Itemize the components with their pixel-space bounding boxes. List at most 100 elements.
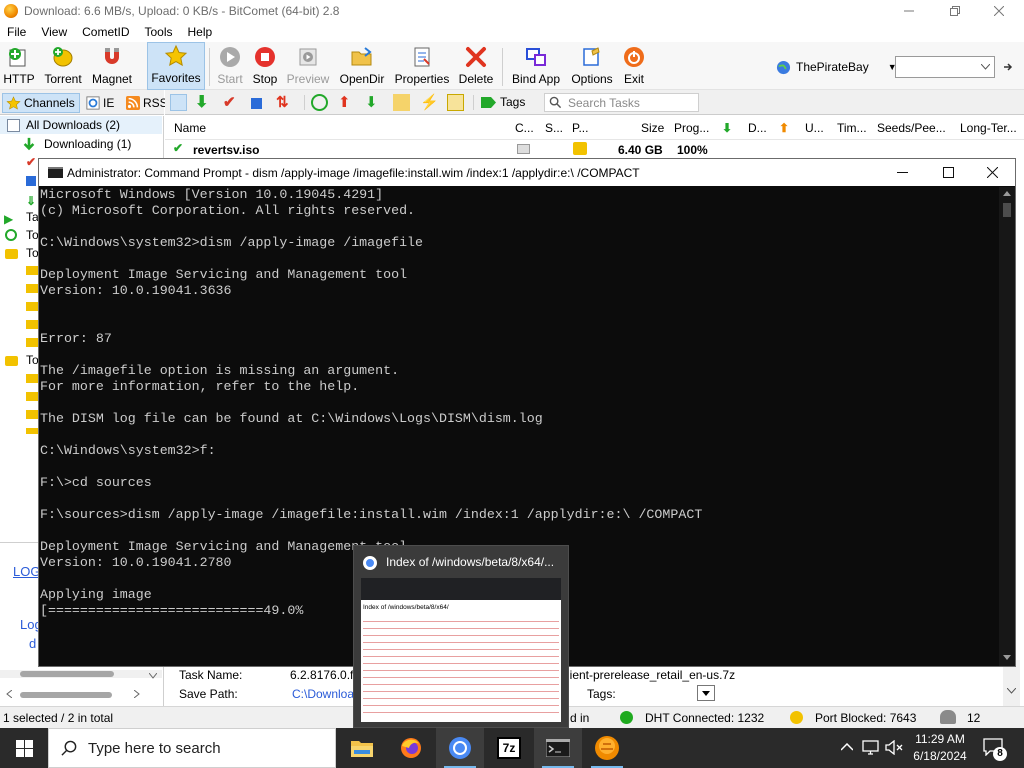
column-download[interactable]: D... <box>748 121 767 135</box>
http-button[interactable]: HTTP <box>2 42 36 90</box>
column-upload[interactable]: U... <box>805 121 824 135</box>
menu-cometid[interactable]: CometID <box>75 25 137 39</box>
search-combo-box[interactable] <box>895 56 995 78</box>
rename-icon[interactable] <box>393 94 410 111</box>
torrent-button[interactable]: Torrent <box>40 42 86 90</box>
sidebar-item-label[interactable]: Ta <box>26 210 39 224</box>
bind-app-button[interactable]: Bind App <box>507 42 565 90</box>
chevron-down-icon <box>702 691 710 696</box>
start-icon <box>220 47 240 67</box>
lightning-icon[interactable]: ⚡ <box>420 94 439 111</box>
move-down-icon[interactable]: ⬇ <box>365 94 382 111</box>
tab-channels[interactable]: Channels <box>2 93 80 113</box>
opendir-button[interactable]: OpenDir <box>336 42 388 90</box>
cmd-close-button[interactable] <box>969 159 1015 186</box>
exit-button[interactable]: Exit <box>619 42 649 90</box>
taskbar-7zip[interactable]: 7z <box>485 728 533 768</box>
close-button[interactable] <box>976 0 1022 22</box>
stop-button[interactable]: Stop <box>250 42 280 90</box>
move-up-icon[interactable]: ⬆ <box>338 94 355 111</box>
sidebar-item-label[interactable]: To <box>26 353 39 367</box>
scroll-down-icon[interactable] <box>1003 655 1011 660</box>
restore-icon <box>950 6 960 16</box>
menu-view[interactable]: View <box>34 25 75 39</box>
start-button[interactable]: Start <box>214 42 246 90</box>
save-path-link[interactable]: C:\Downloa <box>292 687 354 701</box>
clock-date: 6/18/2024 <box>913 749 967 763</box>
start-button[interactable] <box>0 728 48 768</box>
column-size[interactable]: Size <box>641 121 664 135</box>
restore-button[interactable] <box>932 0 978 22</box>
refresh-icon[interactable] <box>311 94 328 111</box>
tab-ie[interactable]: IE <box>86 93 114 113</box>
task-view-icon[interactable] <box>170 94 187 111</box>
menu-help[interactable]: Help <box>181 25 221 39</box>
star-icon <box>164 44 188 67</box>
taskbar-command-prompt[interactable] <box>534 728 582 768</box>
column-time[interactable]: Tim... <box>837 121 867 135</box>
taskbar-firefox[interactable] <box>387 728 435 768</box>
favorites-button[interactable]: Favorites <box>147 42 205 90</box>
column-seeds-peers[interactable]: Seeds/Pee... <box>877 121 946 135</box>
sidebar-item-label[interactable]: To <box>26 246 39 260</box>
priority-up-icon[interactable]: ⇅ <box>276 94 293 111</box>
scrollbar-thumb[interactable] <box>20 671 114 677</box>
folder-icon[interactable] <box>447 94 464 111</box>
console-scrollbar[interactable] <box>999 187 1015 666</box>
log-link[interactable]: LOG <box>13 564 40 579</box>
stop-square-icon[interactable] <box>251 98 262 109</box>
column-long-term[interactable]: Long-Ter... <box>960 121 1017 135</box>
feed-icons-column <box>26 266 38 356</box>
sidebar-item-downloading[interactable]: Downloading (1) <box>22 135 131 153</box>
horizontal-scrollbar-thumb[interactable] <box>20 692 112 698</box>
system-clock[interactable]: 11:29 AM 6/18/2024 <box>900 731 980 765</box>
tags-dropdown[interactable] <box>697 685 715 701</box>
magnet-icon <box>105 48 119 64</box>
taskbar-file-explorer[interactable] <box>338 728 386 768</box>
properties-button[interactable]: Properties <box>392 42 452 90</box>
column-name[interactable]: Name <box>174 121 206 135</box>
menu-tools[interactable]: Tools <box>137 25 180 39</box>
taskbar-preview-thumbnail[interactable]: Index of /windows/beta/8/x64/... Index o… <box>353 545 569 728</box>
column-progress[interactable]: Prog... <box>674 121 709 135</box>
ie-icon <box>86 96 100 110</box>
folder-icon <box>5 249 18 259</box>
sidebar-item-all-downloads[interactable]: All Downloads (2) <box>0 116 162 134</box>
scroll-up-icon[interactable] <box>1003 191 1011 196</box>
rss-icon <box>126 96 140 110</box>
taskbar-chrome[interactable] <box>436 728 484 768</box>
globe-icon <box>776 60 791 74</box>
search-icon <box>549 96 562 109</box>
tags-button[interactable]: Tags <box>481 95 525 109</box>
chevron-down-icon[interactable] <box>149 673 157 679</box>
search-site-selector[interactable]: ThePirateBay ▼ <box>776 58 897 76</box>
magnet-button[interactable]: Magnet <box>88 42 136 90</box>
down-arrow-icon[interactable]: ⬇ <box>195 94 212 111</box>
column-c[interactable]: C... <box>515 121 534 135</box>
column-p[interactable]: P... <box>572 121 588 135</box>
cmd-window-title: Administrator: Command Prompt - dism /ap… <box>67 165 640 180</box>
network-icon[interactable] <box>862 740 879 755</box>
minimize-button[interactable] <box>886 0 932 22</box>
cmd-minimize-button[interactable] <box>879 159 925 186</box>
options-button[interactable]: Options <box>568 42 616 90</box>
sidebar-scrollbar[interactable] <box>0 670 162 678</box>
search-go-button[interactable] <box>999 58 1017 76</box>
delete-button[interactable]: Delete <box>456 42 496 90</box>
sidebar-item-label[interactable]: To <box>26 228 39 242</box>
menu-file[interactable]: File <box>0 25 34 39</box>
preview-button[interactable]: Preview <box>285 42 331 90</box>
search-tasks-input[interactable]: Search Tasks <box>544 93 699 112</box>
taskbar-search-box[interactable]: Type here to search <box>48 728 336 768</box>
column-s[interactable]: S... <box>545 121 563 135</box>
cmd-maximize-button[interactable] <box>925 159 971 186</box>
table-row[interactable]: ✔ revertsv.iso 6.40 GB 100% <box>165 140 1024 158</box>
scrollbar-thumb[interactable] <box>1003 203 1011 217</box>
chevron-left-icon[interactable] <box>6 690 12 698</box>
checkmark-icon[interactable]: ✔ <box>223 94 240 111</box>
tab-rss[interactable]: RSS <box>126 93 168 113</box>
chevron-up-icon[interactable] <box>841 743 853 751</box>
notification-center-button[interactable]: 8 <box>983 738 1007 761</box>
taskbar-bitcomet[interactable] <box>583 728 631 768</box>
chevron-right-icon[interactable] <box>134 690 140 698</box>
